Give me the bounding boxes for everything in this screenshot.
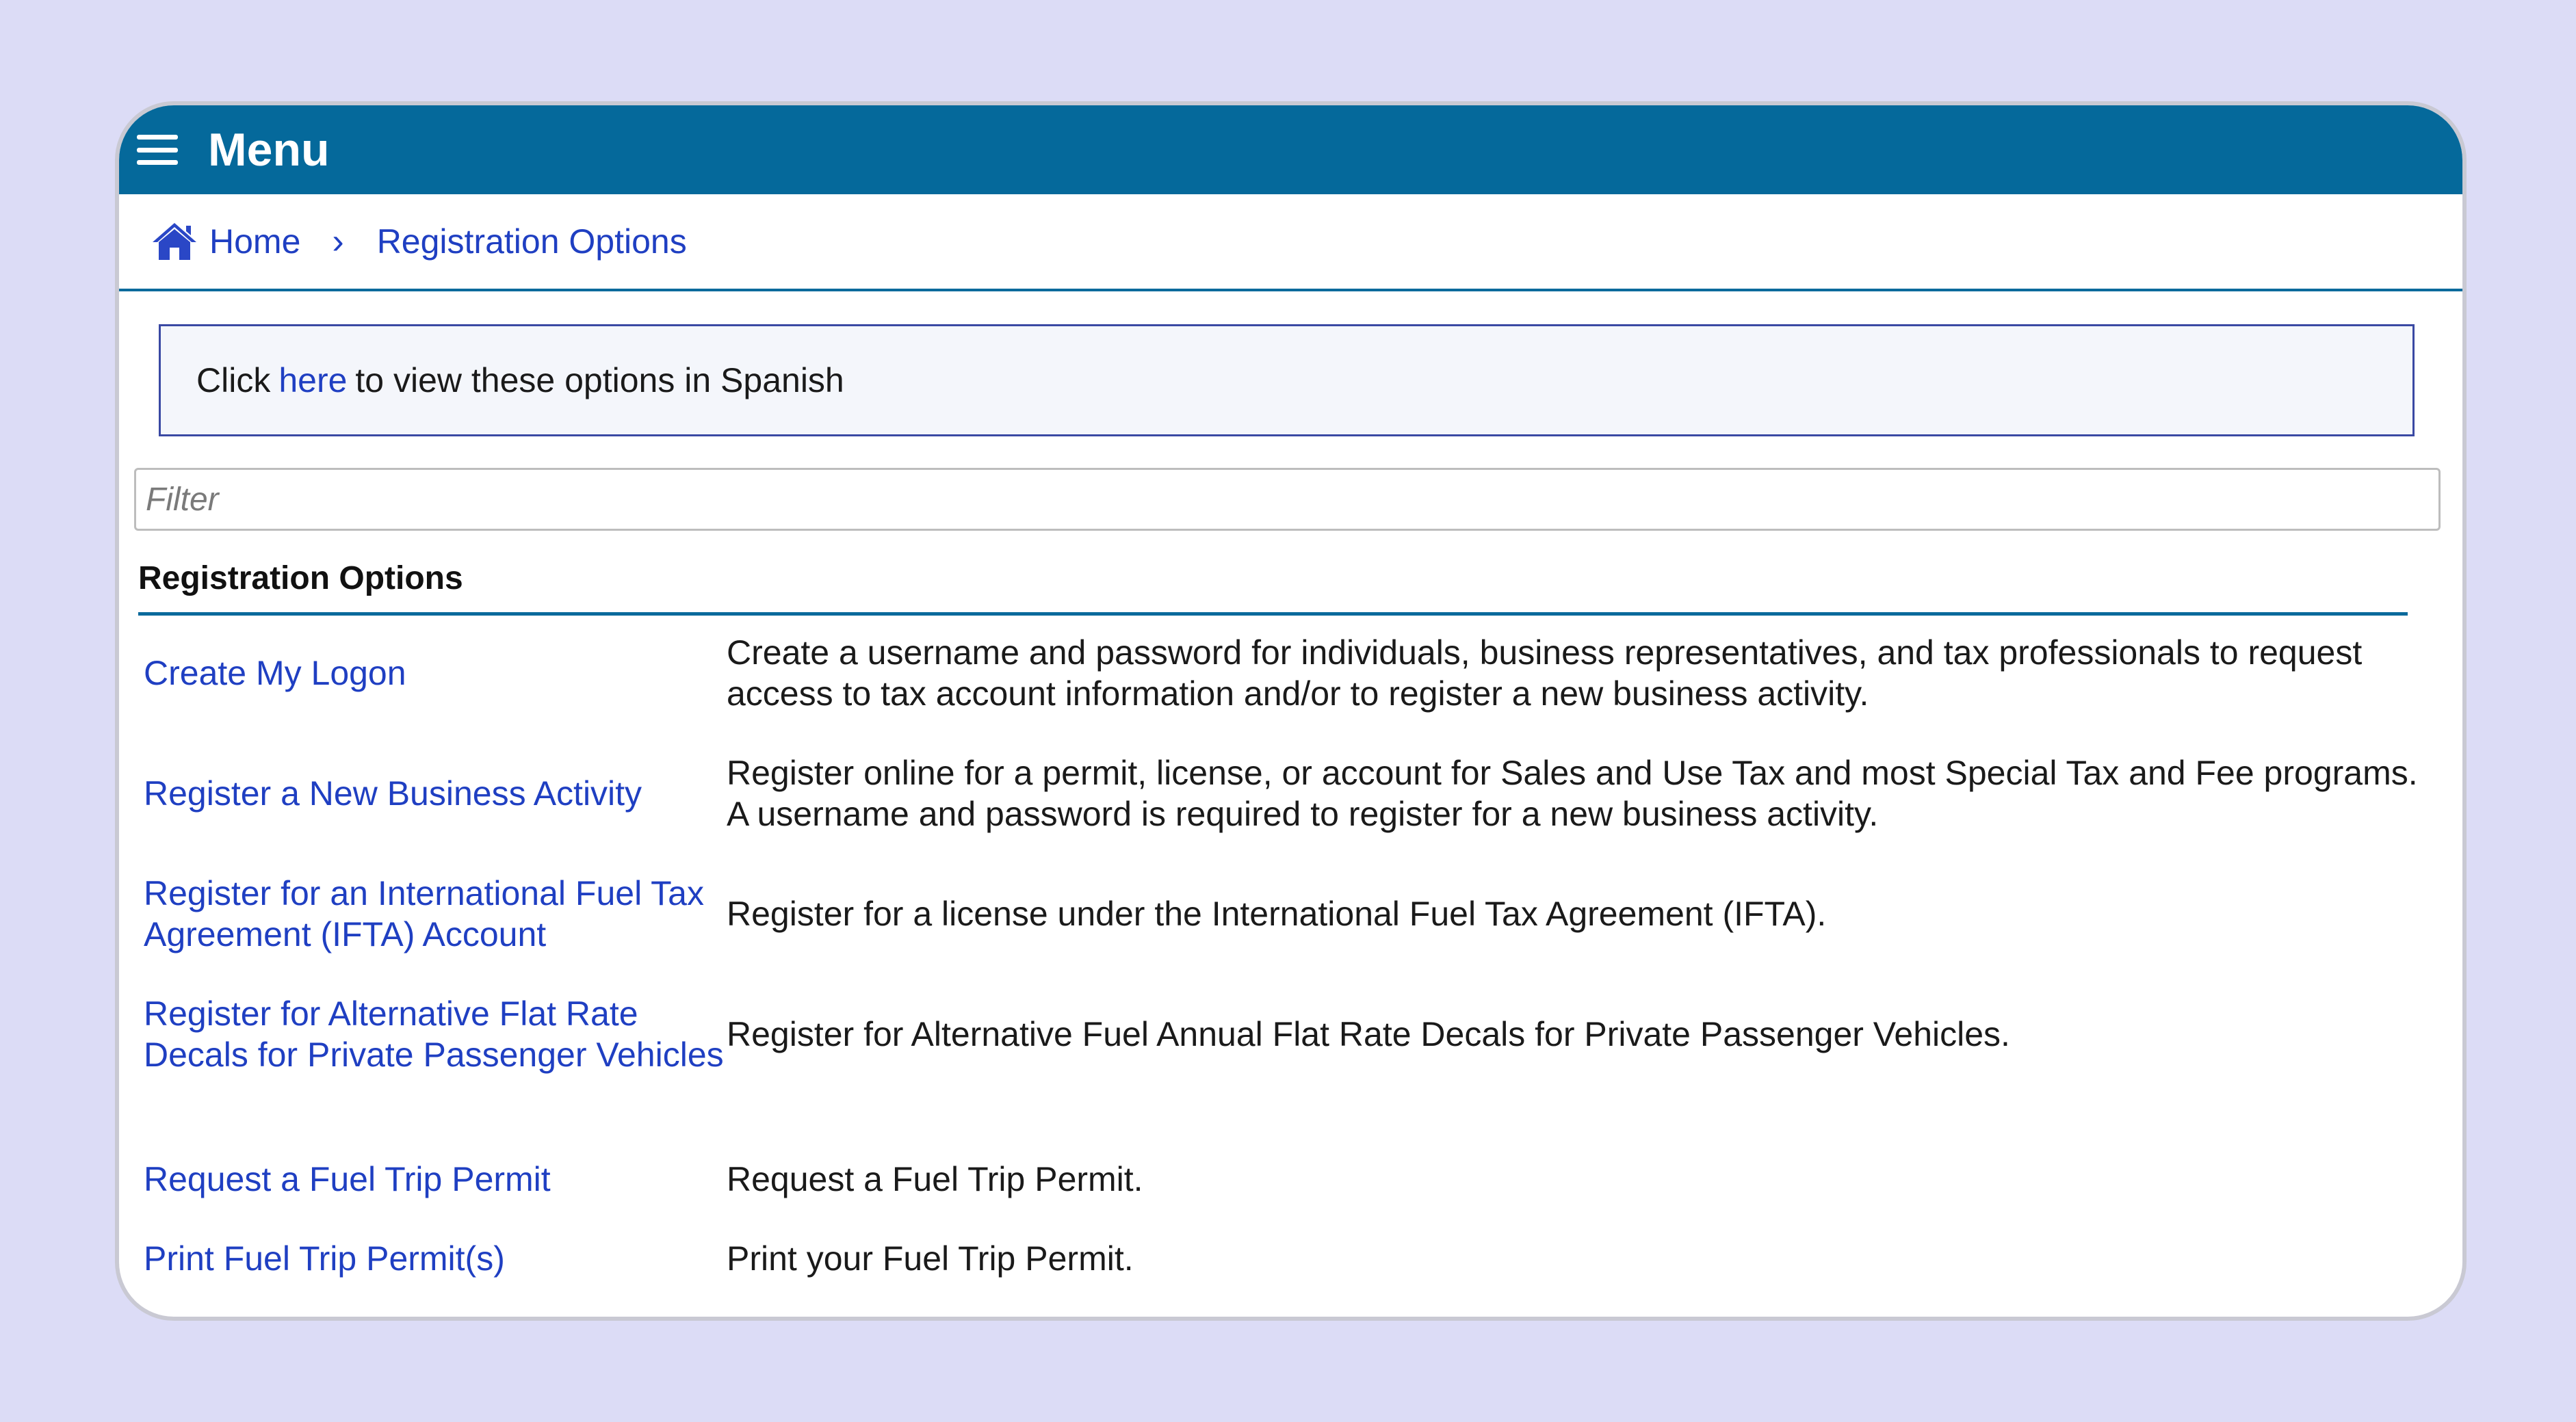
option-link-alternative-decals[interactable]: Register for Alternative Flat Rate Decal…: [144, 993, 727, 1075]
option-link-create-logon[interactable]: Create My Logon: [144, 653, 727, 694]
filter-input[interactable]: [134, 468, 2441, 531]
option-description: Print your Fuel Trip Permit.: [727, 1239, 1134, 1278]
option-row: Print Fuel Trip Permit(s) Print your Fue…: [144, 1238, 2422, 1279]
option-link-register-business[interactable]: Register a New Business Activity: [144, 773, 727, 814]
notice-suffix: to view these options in Spanish: [355, 361, 844, 399]
breadcrumb: Home › Registration Options: [119, 194, 2462, 291]
breadcrumb-home-link[interactable]: Home: [209, 222, 300, 261]
option-row: Request a Fuel Trip Permit Request a Fue…: [144, 1159, 2422, 1200]
option-description: Register for Alternative Fuel Annual Fla…: [727, 1015, 2010, 1053]
option-link-print-trip-permit[interactable]: Print Fuel Trip Permit(s): [144, 1238, 727, 1279]
option-row: Create My Logon Create a username and pa…: [144, 632, 2422, 714]
breadcrumb-separator: ›: [332, 222, 344, 261]
option-row: Register for an International Fuel Tax A…: [144, 873, 2422, 955]
section-title: Registration Options: [138, 559, 2408, 616]
spanish-link[interactable]: here: [278, 360, 347, 400]
spanish-notice: Click here to view these options in Span…: [159, 324, 2415, 436]
option-link-request-trip-permit[interactable]: Request a Fuel Trip Permit: [144, 1159, 727, 1200]
app-window: Menu Home › Registration Options Click h…: [115, 101, 2467, 1321]
notice-prefix: Click: [196, 361, 271, 399]
option-row: Register for Alternative Flat Rate Decal…: [144, 993, 2422, 1075]
home-icon[interactable]: [151, 220, 198, 263]
hamburger-menu-icon[interactable]: [137, 135, 178, 165]
option-row: Register a New Business Activity Registe…: [144, 752, 2422, 834]
menu-bar: Menu: [119, 105, 2462, 194]
option-description: Register for a license under the Interna…: [727, 895, 1827, 933]
option-description: Register online for a permit, license, o…: [727, 754, 2418, 833]
breadcrumb-current-link[interactable]: Registration Options: [377, 222, 687, 261]
option-link-register-ifta[interactable]: Register for an International Fuel Tax A…: [144, 873, 727, 955]
menu-title[interactable]: Menu: [208, 123, 330, 176]
option-description: Request a Fuel Trip Permit.: [727, 1160, 1143, 1198]
option-description: Create a username and password for indiv…: [727, 633, 2363, 713]
